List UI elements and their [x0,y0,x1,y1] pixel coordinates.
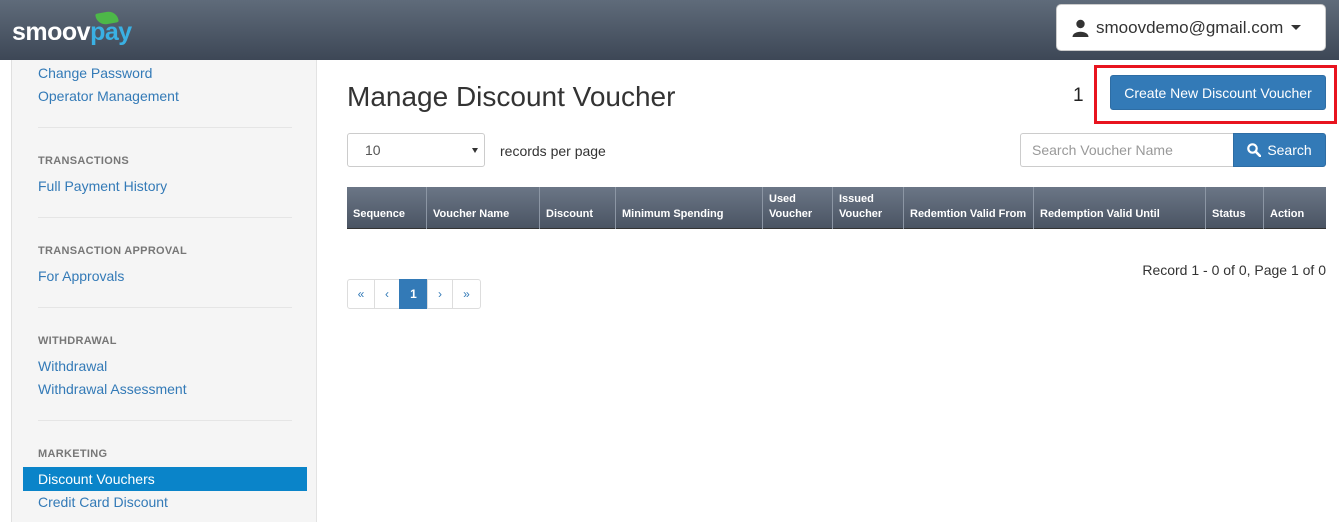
sidebar-item-credit-card-discount[interactable]: Credit Card Discount [38,494,168,510]
column-header[interactable]: Issued Voucher [833,187,904,229]
create-voucher-button[interactable]: Create New Discount Voucher [1110,75,1326,110]
chevron-down-icon [1291,25,1302,30]
user-email: smoovdemo@gmail.com [1096,17,1284,37]
last-page-button[interactable]: » [452,279,481,309]
search-icon [1247,143,1262,157]
section-heading-withdrawal: WITHDRAWAL [38,335,117,347]
divider [38,217,292,218]
sidebar-item-discount-vouchers[interactable]: Discount Vouchers [23,467,307,491]
sidebar-item-label: Discount Vouchers [38,471,155,487]
page-size-select[interactable]: 10 [347,133,485,167]
section-heading-transactions: TRANSACTIONS [38,155,129,167]
divider [38,307,292,308]
pagination: « ‹ 1 › » [347,279,481,309]
search-button[interactable]: Search [1233,133,1326,167]
page-size-value: 10 [365,142,381,158]
prev-page-button[interactable]: ‹ [374,279,400,309]
user-menu-button[interactable]: smoovdemo@gmail.com [1056,4,1326,51]
smoovpay-logo[interactable]: smoovpay [12,10,132,48]
column-header[interactable]: Redemption Valid Until [1034,187,1206,229]
sidebar: Change Password Operator Management TRAN… [11,60,317,522]
user-icon [1072,19,1089,37]
dropdown-arrow-icon [472,148,478,153]
sidebar-item-for-approvals[interactable]: For Approvals [38,268,124,284]
sidebar-item-change-password[interactable]: Change Password [38,65,152,81]
search-button-label: Search [1267,142,1312,158]
top-navbar: smoovpay smoovdemo@gmail.com [0,0,1339,60]
column-header[interactable]: Sequence [347,187,427,229]
divider [38,420,292,421]
column-header[interactable]: Status [1206,187,1264,229]
record-info: Record 1 - 0 of 0, Page 1 of 0 [1142,262,1326,278]
page-title: Manage Discount Voucher [347,81,676,112]
logo-text-main: smoov [12,18,91,46]
column-header[interactable]: Minimum Spending [616,187,763,229]
column-header[interactable]: Used Voucher [763,187,833,229]
column-header[interactable]: Voucher Name [427,187,540,229]
step-marker: 1 [1073,85,1084,106]
search-input[interactable]: Search Voucher Name [1020,133,1234,167]
section-heading-marketing: MARKETING [38,448,108,460]
section-heading-transaction-approval: TRANSACTION APPROVAL [38,245,187,257]
column-header[interactable]: Action [1264,187,1326,229]
column-header[interactable]: Redemtion Valid From [904,187,1034,229]
search-placeholder: Search Voucher Name [1032,142,1173,158]
sidebar-item-full-payment-history[interactable]: Full Payment History [38,178,167,194]
voucher-table-header: Sequence Voucher Name Discount Minimum S… [347,187,1326,229]
sidebar-item-withdrawal-assessment[interactable]: Withdrawal Assessment [38,381,187,397]
sidebar-item-operator-management[interactable]: Operator Management [38,88,179,104]
column-header[interactable]: Discount [540,187,616,229]
next-page-button[interactable]: › [427,279,453,309]
sidebar-item-withdrawal[interactable]: Withdrawal [38,358,107,374]
page-button-current[interactable]: 1 [399,279,428,309]
first-page-button[interactable]: « [347,279,375,309]
divider [38,127,292,128]
records-per-page-label: records per page [500,143,606,159]
